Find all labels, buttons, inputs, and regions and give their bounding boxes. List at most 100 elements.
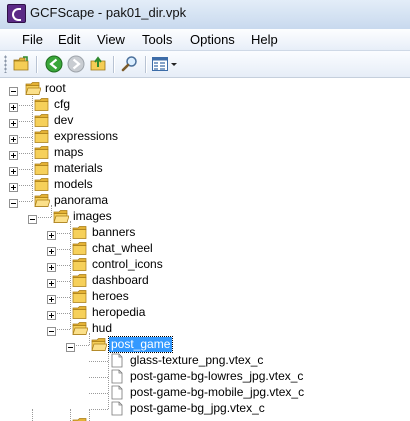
view-mode-icon[interactable]: [151, 55, 169, 73]
menu-view[interactable]: View: [97, 32, 125, 47]
tree-file-item[interactable]: post-game-bg_jpg.vtex_c: [0, 401, 410, 417]
toolbar-separator: [36, 56, 37, 73]
tree-file-item[interactable]: post-game-bg-lowres_jpg.vtex_c: [0, 369, 410, 385]
tree-folder-post-game[interactable]: post_game: [0, 336, 410, 353]
menu-file[interactable]: File: [22, 32, 43, 47]
collapse-toggle-icon[interactable]: [66, 341, 75, 352]
tree-folder-hud[interactable]: hud: [0, 321, 410, 337]
tree-item-label: expressions: [54, 129, 119, 143]
collapse-toggle-icon[interactable]: [9, 197, 18, 208]
tree-item-label: post_game: [107, 336, 174, 353]
window-title: GCFScape - pak01_dir.vpk: [30, 5, 187, 20]
tree-connector-line: [89, 377, 108, 378]
up-folder-icon[interactable]: [90, 55, 108, 73]
tree-folder-chat-wheel[interactable]: chat_wheel: [0, 241, 410, 257]
open-folder-icon: [25, 81, 42, 96]
tree-item-label: banners: [92, 225, 136, 239]
forward-icon[interactable]: [67, 55, 85, 73]
tree-folder-control-icons[interactable]: control_icons: [0, 257, 410, 273]
tree-folder-maps[interactable]: maps: [0, 145, 410, 161]
folder-icon: [34, 97, 50, 112]
tree-item-label: chat_wheel: [92, 241, 153, 255]
tree-folder-panorama[interactable]: panorama: [0, 193, 410, 209]
expand-toggle-icon[interactable]: [9, 117, 18, 128]
menu-bar: File Edit View Tools Options Help: [0, 29, 410, 51]
tree-folder-dev[interactable]: dev: [0, 113, 410, 129]
tree-item-label: dev: [54, 113, 74, 127]
folder-icon: [72, 241, 88, 256]
search-icon[interactable]: [121, 55, 139, 73]
folder-icon: [72, 225, 88, 240]
open-folder-icon: [34, 193, 51, 208]
directory-tree[interactable]: root cfg dev expressions maps materials models…: [0, 78, 410, 421]
tree-item-label: root: [45, 81, 66, 95]
tree-folder-heroes[interactable]: heroes: [0, 289, 410, 305]
collapse-toggle-icon[interactable]: [9, 85, 18, 96]
tree-item-label: post-game-bg-mobile_jpg.vtex_c: [130, 385, 305, 399]
toolbar-separator: [145, 56, 146, 73]
expand-toggle-icon[interactable]: [9, 181, 18, 192]
expand-toggle-icon[interactable]: [47, 309, 56, 320]
tree-item-label: dashboard: [92, 273, 149, 287]
tree-file-item[interactable]: post-game-bg-mobile_jpg.vtex_c: [0, 385, 410, 401]
folder-icon: [34, 145, 50, 160]
expand-toggle-icon[interactable]: [47, 277, 56, 288]
tree-item-label: control_icons: [92, 257, 163, 271]
tree-item-label: maps: [54, 145, 84, 159]
tree-folder-dashboard[interactable]: dashboard: [0, 273, 410, 289]
open-folder-icon: [53, 209, 70, 224]
tree-connector-line: [89, 393, 108, 394]
tree-item-label: post-game-bg-lowres_jpg.vtex_c: [130, 369, 304, 383]
expand-toggle-icon[interactable]: [9, 165, 18, 176]
tree-folder-banners[interactable]: banners: [0, 225, 410, 241]
file-icon: [110, 353, 124, 368]
folder-icon: [72, 273, 88, 288]
open-folder-icon[interactable]: [13, 55, 31, 73]
tree-item-label: heroes: [92, 289, 129, 303]
tree-item-label: images: [73, 209, 112, 223]
tree-folder-expressions[interactable]: expressions: [0, 129, 410, 145]
expand-toggle-icon[interactable]: [47, 293, 56, 304]
tree-item-label: materials: [54, 161, 103, 175]
folder-icon: [72, 257, 88, 272]
expand-toggle-icon[interactable]: [9, 133, 18, 144]
folder-icon: [34, 113, 50, 128]
folder-icon: [34, 129, 50, 144]
tree-folder-heropedia[interactable]: heropedia: [0, 305, 410, 321]
title-bar[interactable]: GCFScape - pak01_dir.vpk: [0, 0, 410, 29]
menu-edit[interactable]: Edit: [58, 32, 80, 47]
dropdown-arrow-icon[interactable]: [170, 55, 178, 73]
expand-toggle-icon[interactable]: [47, 245, 56, 256]
file-icon: [110, 369, 124, 384]
tree-item-label: glass-texture_png.vtex_c: [130, 353, 264, 367]
tree-folder-models[interactable]: models: [0, 177, 410, 193]
tree-folder-images[interactable]: images: [0, 209, 410, 225]
gcfscape-window: GCFScape - pak01_dir.vpk File Edit View …: [0, 0, 410, 421]
app-icon[interactable]: [7, 4, 26, 23]
expand-toggle-icon[interactable]: [9, 149, 18, 160]
expand-toggle-icon[interactable]: [47, 261, 56, 272]
tree-file-item[interactable]: glass-texture_png.vtex_c: [0, 353, 410, 369]
toolbar-grip[interactable]: [4, 55, 7, 73]
open-folder-icon: [72, 321, 89, 336]
tree-item-label: heropedia: [92, 305, 146, 319]
collapse-toggle-icon[interactable]: [28, 213, 37, 224]
folder-icon: [72, 417, 88, 421]
expand-toggle-icon[interactable]: [9, 101, 18, 112]
collapse-toggle-icon[interactable]: [47, 325, 56, 336]
toolbar: [0, 51, 410, 78]
tree-connector-line: [89, 361, 108, 362]
tree-folder-cfg[interactable]: cfg: [0, 97, 410, 113]
folder-icon: [34, 161, 50, 176]
tree-item-label: cfg: [54, 97, 71, 111]
tree-folder-root[interactable]: root: [0, 81, 410, 97]
menu-help[interactable]: Help: [251, 32, 278, 47]
tree-folder-materials[interactable]: materials: [0, 161, 410, 177]
menu-tools[interactable]: Tools: [142, 32, 172, 47]
menu-options[interactable]: Options: [190, 32, 235, 47]
folder-icon: [34, 177, 50, 192]
tree-item-label: post-game-bg_jpg.vtex_c: [130, 401, 265, 415]
back-icon[interactable]: [45, 55, 63, 73]
open-folder-icon: [91, 337, 108, 352]
expand-toggle-icon[interactable]: [47, 229, 56, 240]
